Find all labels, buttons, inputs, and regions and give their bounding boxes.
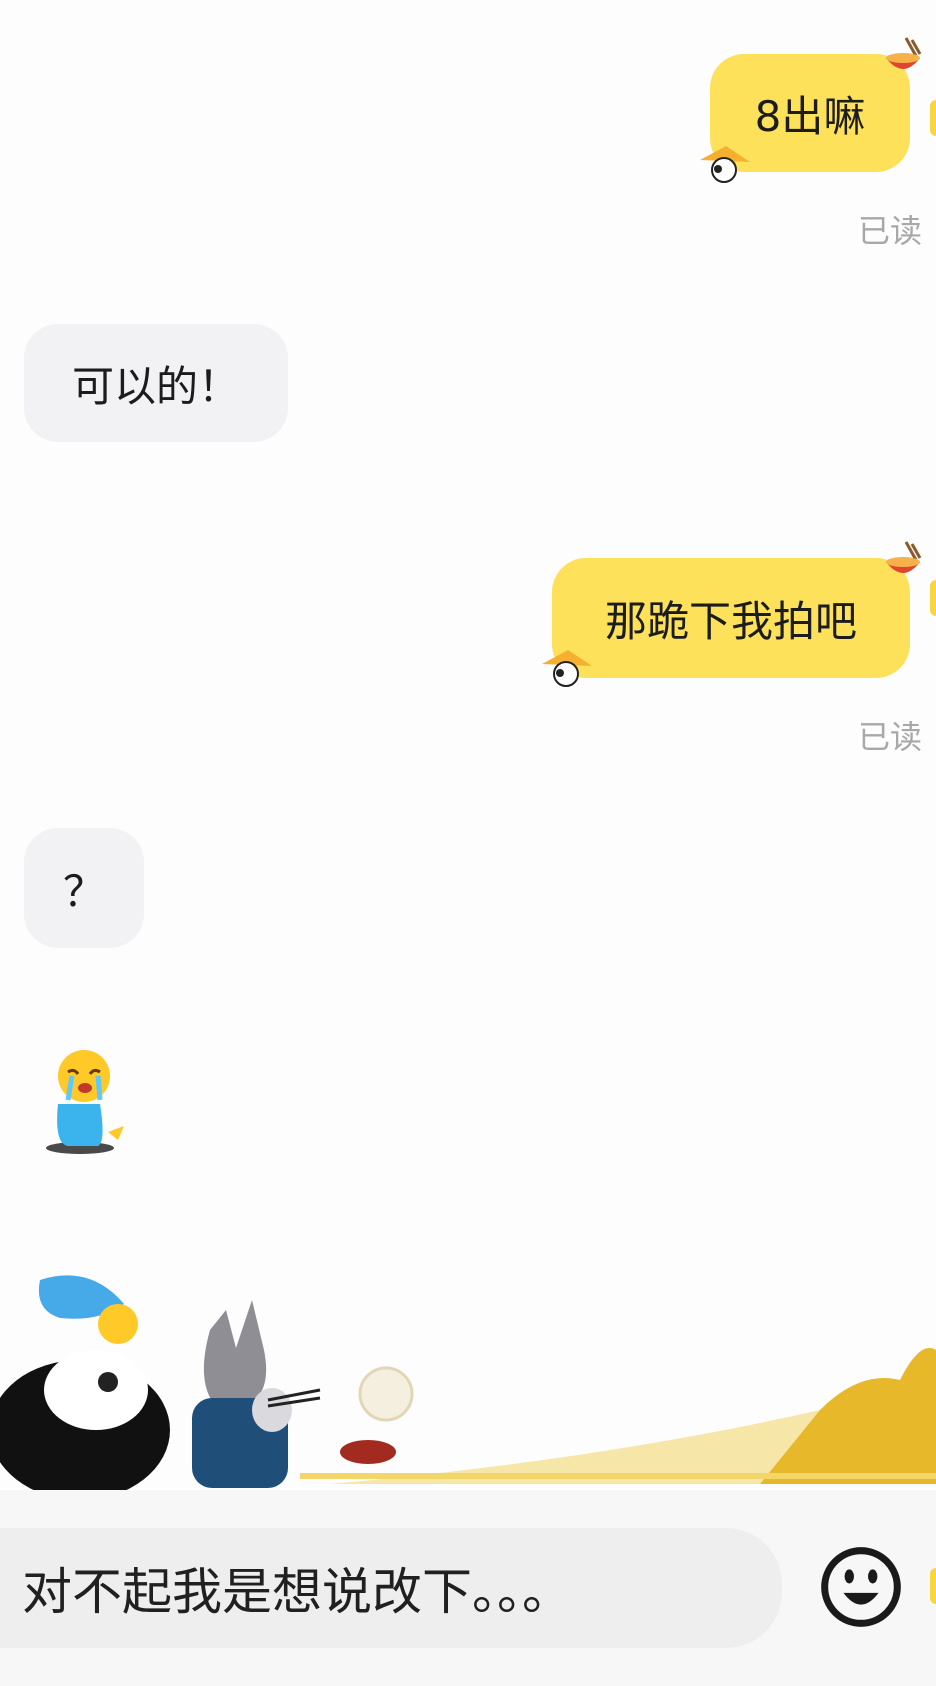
message-text: 8出嘛	[754, 91, 866, 141]
smiley-face-icon[interactable]	[820, 1546, 902, 1628]
noodle-bowl-icon	[886, 37, 922, 69]
scroll-indicator	[930, 580, 936, 616]
panda-hat-icon	[700, 146, 750, 183]
panda-hat-icon	[542, 650, 592, 687]
chat-message-list: 8出嘛 已读 可以的！ 那跪下我拍吧 已读 ？	[0, 0, 936, 1492]
message-bubble-sent[interactable]: 那跪下我拍吧	[552, 558, 910, 678]
input-draft-text: 对不起我是想说改下。。。	[22, 1563, 572, 1621]
read-receipt: 已读	[857, 212, 922, 250]
noodle-bowl-icon	[886, 541, 922, 573]
theme-decoration-scene	[0, 1275, 936, 1492]
message-composer: 对不起我是想说改下。。。	[0, 1490, 936, 1686]
message-bubble-received[interactable]: 可以的！	[24, 324, 288, 442]
message-text: ？	[62, 866, 105, 916]
send-button-edge[interactable]	[930, 1568, 936, 1604]
crying-kneeling-emoji-sticker[interactable]	[38, 1048, 134, 1158]
scroll-indicator	[930, 100, 936, 136]
message-bubble-received[interactable]: ？	[24, 828, 144, 948]
message-input[interactable]: 对不起我是想说改下。。。	[0, 1528, 782, 1648]
message-text: 那跪下我拍吧	[604, 596, 857, 646]
read-receipt: 已读	[857, 718, 922, 756]
message-text: 可以的！	[71, 361, 240, 411]
